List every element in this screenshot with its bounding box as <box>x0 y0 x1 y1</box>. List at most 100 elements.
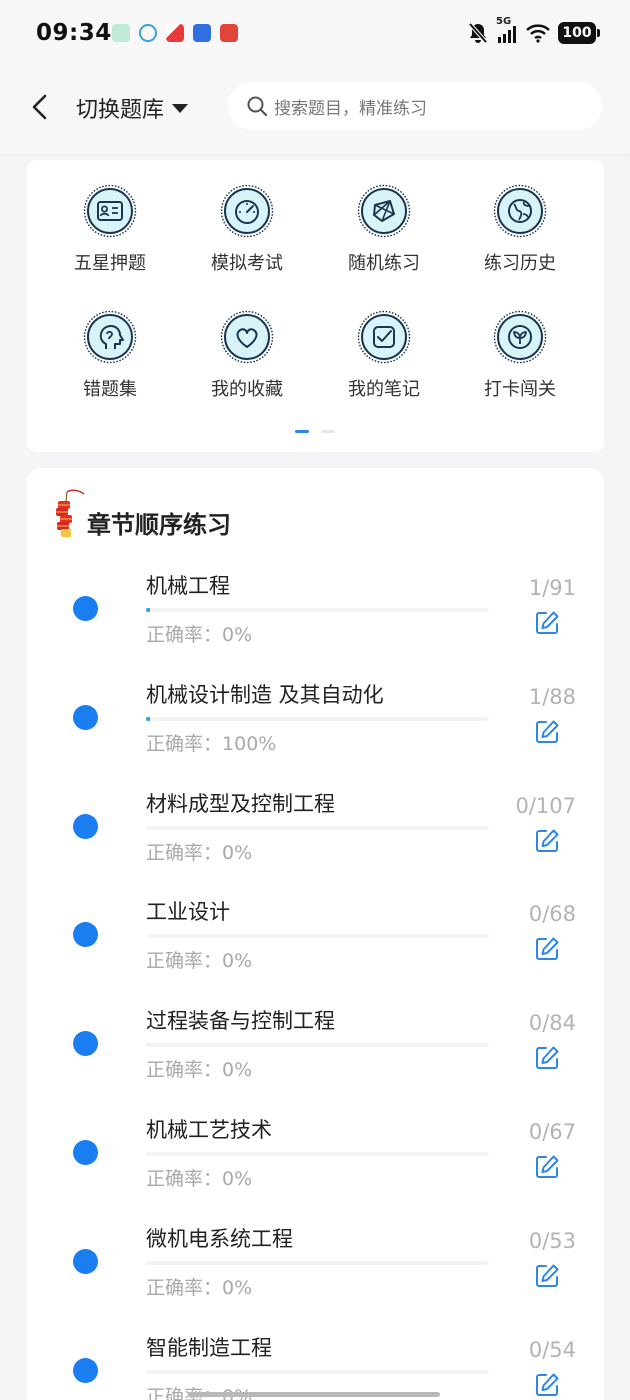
top-header: 切换题库 搜索题目，精准练习 <box>0 68 630 154</box>
accuracy-text: 正确率：0% <box>146 1055 252 1082</box>
chapter-row[interactable]: 材料成型及控制工程 正确率：0% 0/107 <box>27 772 604 880</box>
chapter-progress-bar <box>146 1369 489 1374</box>
feature-label: 打卡闯关 <box>484 379 556 400</box>
switch-bank-button[interactable]: 切换题库 <box>76 92 189 124</box>
triangle-app-icon <box>166 24 184 42</box>
search-input[interactable]: 搜索题目，精准练习 <box>228 82 602 130</box>
note-check-icon <box>357 310 411 364</box>
chapter-progress-bar <box>146 825 489 830</box>
chapter-name: 机械工艺技术 <box>146 1118 272 1142</box>
chapter-count: 0/53 <box>528 1228 576 1253</box>
feature-mock-exam[interactable]: 模拟考试 <box>182 184 312 275</box>
edit-icon[interactable] <box>534 1263 560 1289</box>
chapter-status-dot <box>73 704 98 730</box>
feature-label: 五星押题 <box>74 253 146 274</box>
feature-label: 练习历史 <box>484 253 556 274</box>
chapter-count: 1/91 <box>528 576 576 600</box>
cell-signal-icon: 5G <box>496 16 518 43</box>
cloud-notification-icon <box>139 24 157 42</box>
firecracker-icon <box>56 489 85 537</box>
globe-icon <box>493 184 547 238</box>
chapter-status-dot <box>73 813 98 839</box>
chapter-status-dot <box>73 1031 98 1057</box>
chapter-status-dot <box>73 596 98 621</box>
chapter-count: 0/68 <box>528 902 576 927</box>
edit-icon[interactable] <box>534 719 560 745</box>
head-icon <box>83 310 137 364</box>
chapter-row[interactable]: 机械设计制造 及其自动化 正确率：100% 1/88 <box>27 663 604 771</box>
feature-favorites[interactable]: 我的收藏 <box>182 310 312 401</box>
chapter-name: 过程装备与控制工程 <box>146 1009 335 1034</box>
battery-indicator: 100 <box>558 22 600 44</box>
heart-icon <box>220 310 274 364</box>
feature-check-in[interactable]: 打卡闯关 <box>455 310 585 401</box>
chapter-practice-card: 章节顺序练习 机械工程 正确率：0% 1/91 机械设计制造 及其自动化 正确率：100… <box>27 468 604 1400</box>
chapter-count: 0/54 <box>528 1337 576 1362</box>
home-indicator <box>188 1392 440 1397</box>
chapter-row[interactable]: 过程装备与控制工程 正确率：0% 0/84 <box>27 989 604 1097</box>
edit-icon[interactable] <box>534 1372 560 1398</box>
chapter-row[interactable]: 工业设计正确率：0% 0/68 <box>27 880 604 988</box>
edit-icon[interactable] <box>534 610 560 636</box>
feature-five-star[interactable]: 五星押题 <box>45 184 175 275</box>
accuracy-value: 0% <box>222 1059 253 1082</box>
accuracy-label: 正确率： <box>146 950 223 973</box>
accuracy-text: 正确率：0% <box>146 620 252 647</box>
chapter-count: 0/107 <box>515 793 576 818</box>
accuracy-label: 正确率： <box>146 1276 223 1299</box>
page-dot <box>321 430 335 433</box>
search-icon <box>247 96 268 117</box>
feature-label: 我的笔记 <box>348 379 420 400</box>
chapter-name: 材料成型及控制工程 <box>146 791 335 816</box>
chapter-progress-bar <box>146 608 489 612</box>
chapter-count: 0/84 <box>528 1011 576 1036</box>
system-icons: 5G 100 <box>468 16 600 44</box>
shield-app-icon <box>193 24 211 42</box>
chapter-row[interactable]: 机械工艺技术 正确率：0% 0/67 <box>27 1098 604 1206</box>
page-dot-active <box>295 430 309 433</box>
red-app-icon <box>220 24 238 42</box>
accuracy-value: 0% <box>222 950 253 973</box>
feature-notes[interactable]: 我的笔记 <box>319 310 449 401</box>
chapter-name: 工业设计 <box>146 900 230 925</box>
accuracy-text: 正确率：100% <box>146 729 276 756</box>
accuracy-value: 0% <box>222 1168 253 1190</box>
edit-icon[interactable] <box>534 1154 560 1180</box>
accuracy-text: 正确率：0% <box>146 1273 252 1300</box>
accuracy-label: 正确率： <box>146 1059 223 1082</box>
page-indicator <box>295 430 335 433</box>
accuracy-text: 正确率：0% <box>146 946 252 973</box>
chapter-row[interactable]: 智能制造工程正确率：0% 0/54 <box>27 1316 604 1400</box>
chapter-count: 0/67 <box>528 1120 576 1144</box>
edit-icon[interactable] <box>534 936 560 962</box>
chapter-progress-bar <box>146 934 489 939</box>
feature-grid-card: 五星押题 模拟考试 随机练习 练习历史 错题集 我的收藏 我的笔记 打卡闯关 <box>27 160 604 452</box>
accuracy-text: 正确率：0% <box>146 1382 252 1400</box>
feature-practice-history[interactable]: 练习历史 <box>455 184 585 275</box>
feature-label: 随机练习 <box>348 253 420 274</box>
chapter-status-dot <box>73 1248 98 1274</box>
edit-icon[interactable] <box>534 1045 560 1071</box>
section-header: 章节顺序练习 <box>51 488 231 540</box>
accuracy-value: 0% <box>222 841 253 864</box>
chapter-status-dot <box>73 1140 98 1165</box>
chapter-progress-bar <box>146 1152 489 1156</box>
feature-label: 模拟考试 <box>211 253 283 274</box>
chapter-name: 智能制造工程 <box>146 1335 272 1360</box>
random-shape-icon <box>357 184 411 238</box>
chapter-row[interactable]: 机械工程 正确率：0% 1/91 <box>27 554 604 662</box>
search-placeholder: 搜索题目，精准练习 <box>274 98 427 119</box>
notification-icons <box>112 24 238 42</box>
edit-icon[interactable] <box>534 828 560 854</box>
speedometer-icon <box>220 184 274 238</box>
chapter-progress-fill <box>146 608 150 612</box>
accuracy-value: 100% <box>222 732 277 755</box>
back-arrow-icon[interactable] <box>26 90 56 124</box>
chapter-progress-bar <box>146 1260 489 1265</box>
feature-wrong-questions[interactable]: 错题集 <box>45 310 175 401</box>
accuracy-value: 0% <box>222 624 253 646</box>
switch-bank-label: 切换题库 <box>76 98 165 123</box>
chapter-progress-bar <box>146 716 489 721</box>
chapter-row[interactable]: 微机电系统工程 正确率：0% 0/53 <box>27 1207 604 1315</box>
feature-random-practice[interactable]: 随机练习 <box>319 184 449 275</box>
